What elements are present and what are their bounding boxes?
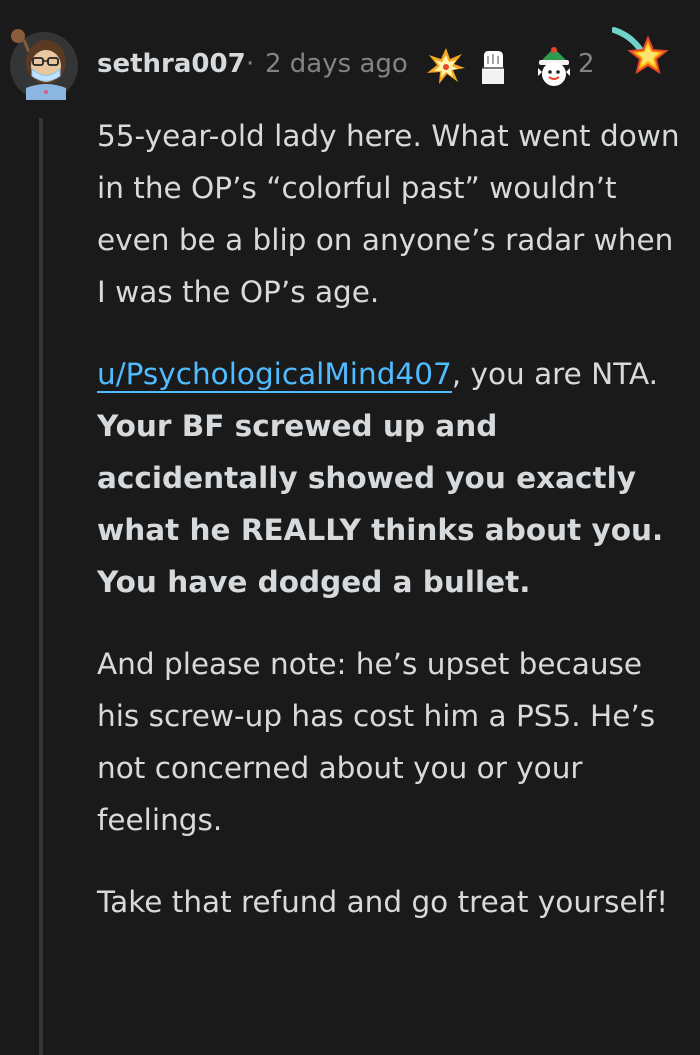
star-award-icon[interactable]	[611, 26, 672, 86]
user-avatar-icon	[10, 29, 78, 100]
comment-paragraph: 55-year-old lady here. What went down in…	[97, 119, 680, 309]
comment-paragraph: u/PsychologicalMind407, you are NTA. You…	[97, 348, 687, 608]
comment-body: 55-year-old lady here. What went down in…	[97, 110, 687, 958]
thread-collapse-line[interactable]	[39, 118, 43, 1055]
username-link[interactable]: sethra007	[97, 46, 246, 82]
award-count: 2	[578, 49, 595, 79]
comment-paragraph: And please note: he’s upset because his …	[97, 647, 656, 837]
elf-award-icon[interactable]	[532, 46, 576, 92]
meta-separator: ·	[246, 49, 255, 79]
fist-award-icon[interactable]	[478, 46, 508, 90]
comment-timestamp[interactable]: 2 days ago	[265, 46, 408, 82]
comment-header: sethra007 · 2 days ago 2	[0, 0, 700, 110]
comment-text: , you are NTA.	[451, 357, 659, 391]
avatar[interactable]	[8, 20, 80, 102]
comment-bold-text: Your BF screwed up and accidentally show…	[97, 409, 664, 599]
user-mention-link[interactable]: u/PsychologicalMind407	[97, 357, 452, 393]
comment-paragraph: Take that refund and go treat yourself!	[97, 885, 669, 919]
burst-award-icon[interactable]	[425, 46, 467, 90]
